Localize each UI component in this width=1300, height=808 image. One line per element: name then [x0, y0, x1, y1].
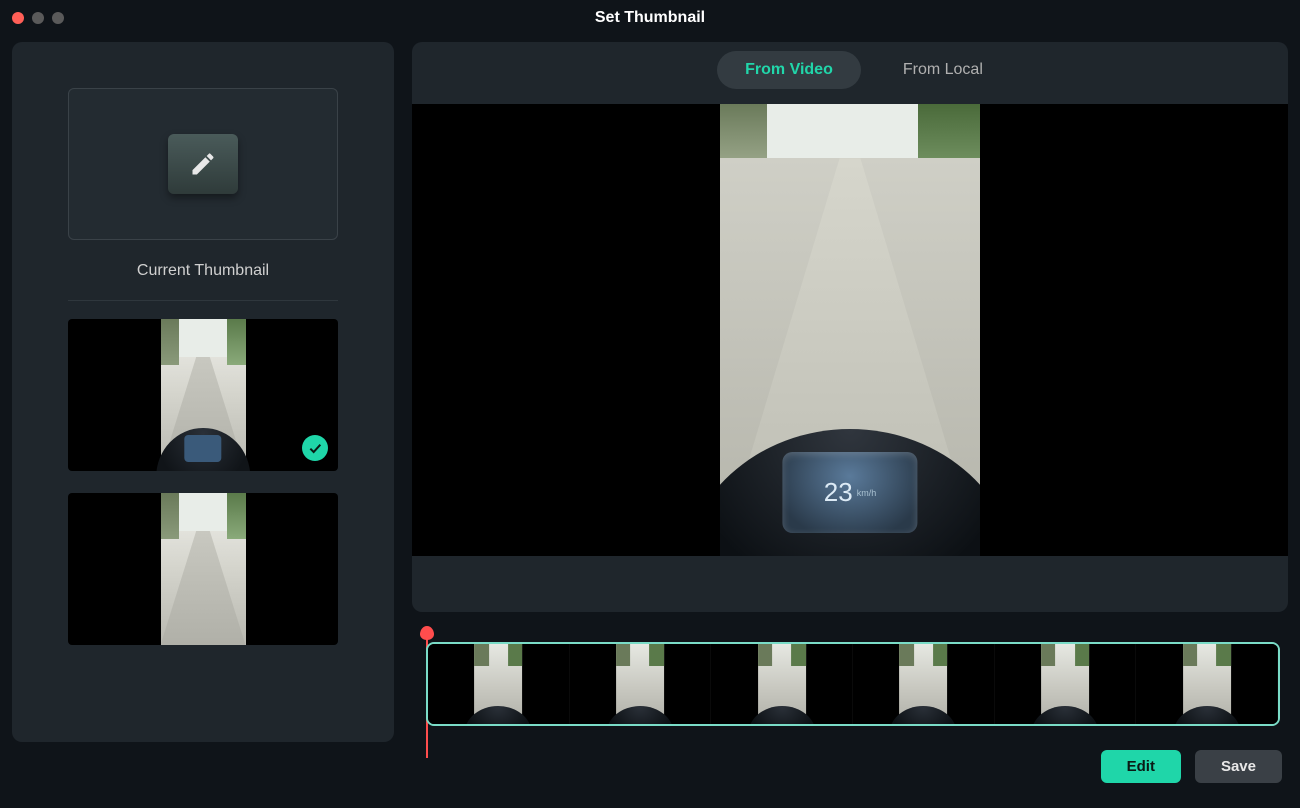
window-controls — [12, 12, 64, 24]
titlebar: Set Thumbnail — [0, 0, 1300, 36]
speedometer-display: 23 km/h — [782, 452, 917, 533]
tab-from-video[interactable]: From Video — [723, 57, 855, 83]
video-preview: 23 km/h — [412, 104, 1288, 556]
thumbnail-option-2[interactable] — [68, 493, 338, 645]
selected-check-icon — [302, 435, 328, 461]
window-close-button[interactable] — [12, 12, 24, 24]
timeline-frame[interactable] — [853, 644, 995, 724]
preview-panel: From Video From Local 23 km/h — [412, 42, 1288, 612]
source-tabs: From Video From Local — [412, 42, 1288, 98]
edit-button[interactable]: Edit — [1101, 750, 1181, 783]
timeline[interactable] — [412, 628, 1288, 738]
pencil-icon — [168, 134, 238, 194]
timeline-frame[interactable] — [428, 644, 570, 724]
action-bar: Edit Save — [412, 750, 1288, 783]
timeline-frame[interactable] — [570, 644, 712, 724]
speed-unit: km/h — [857, 488, 877, 498]
timeline-frame[interactable] — [1136, 644, 1278, 724]
timeline-frame[interactable] — [995, 644, 1137, 724]
window-title: Set Thumbnail — [595, 9, 705, 27]
divider — [68, 300, 338, 301]
speed-value: 23 — [824, 477, 853, 508]
sidebar: Current Thumbnail — [12, 42, 394, 742]
save-button[interactable]: Save — [1195, 750, 1282, 783]
current-thumbnail-label: Current Thumbnail — [137, 262, 269, 280]
timeline-frame[interactable] — [711, 644, 853, 724]
tab-from-local[interactable]: From Local — [889, 57, 983, 83]
window-maximize-button[interactable] — [52, 12, 64, 24]
current-thumbnail-slot[interactable] — [68, 88, 338, 240]
thumbnail-option-1[interactable] — [68, 319, 338, 471]
window-minimize-button[interactable] — [32, 12, 44, 24]
